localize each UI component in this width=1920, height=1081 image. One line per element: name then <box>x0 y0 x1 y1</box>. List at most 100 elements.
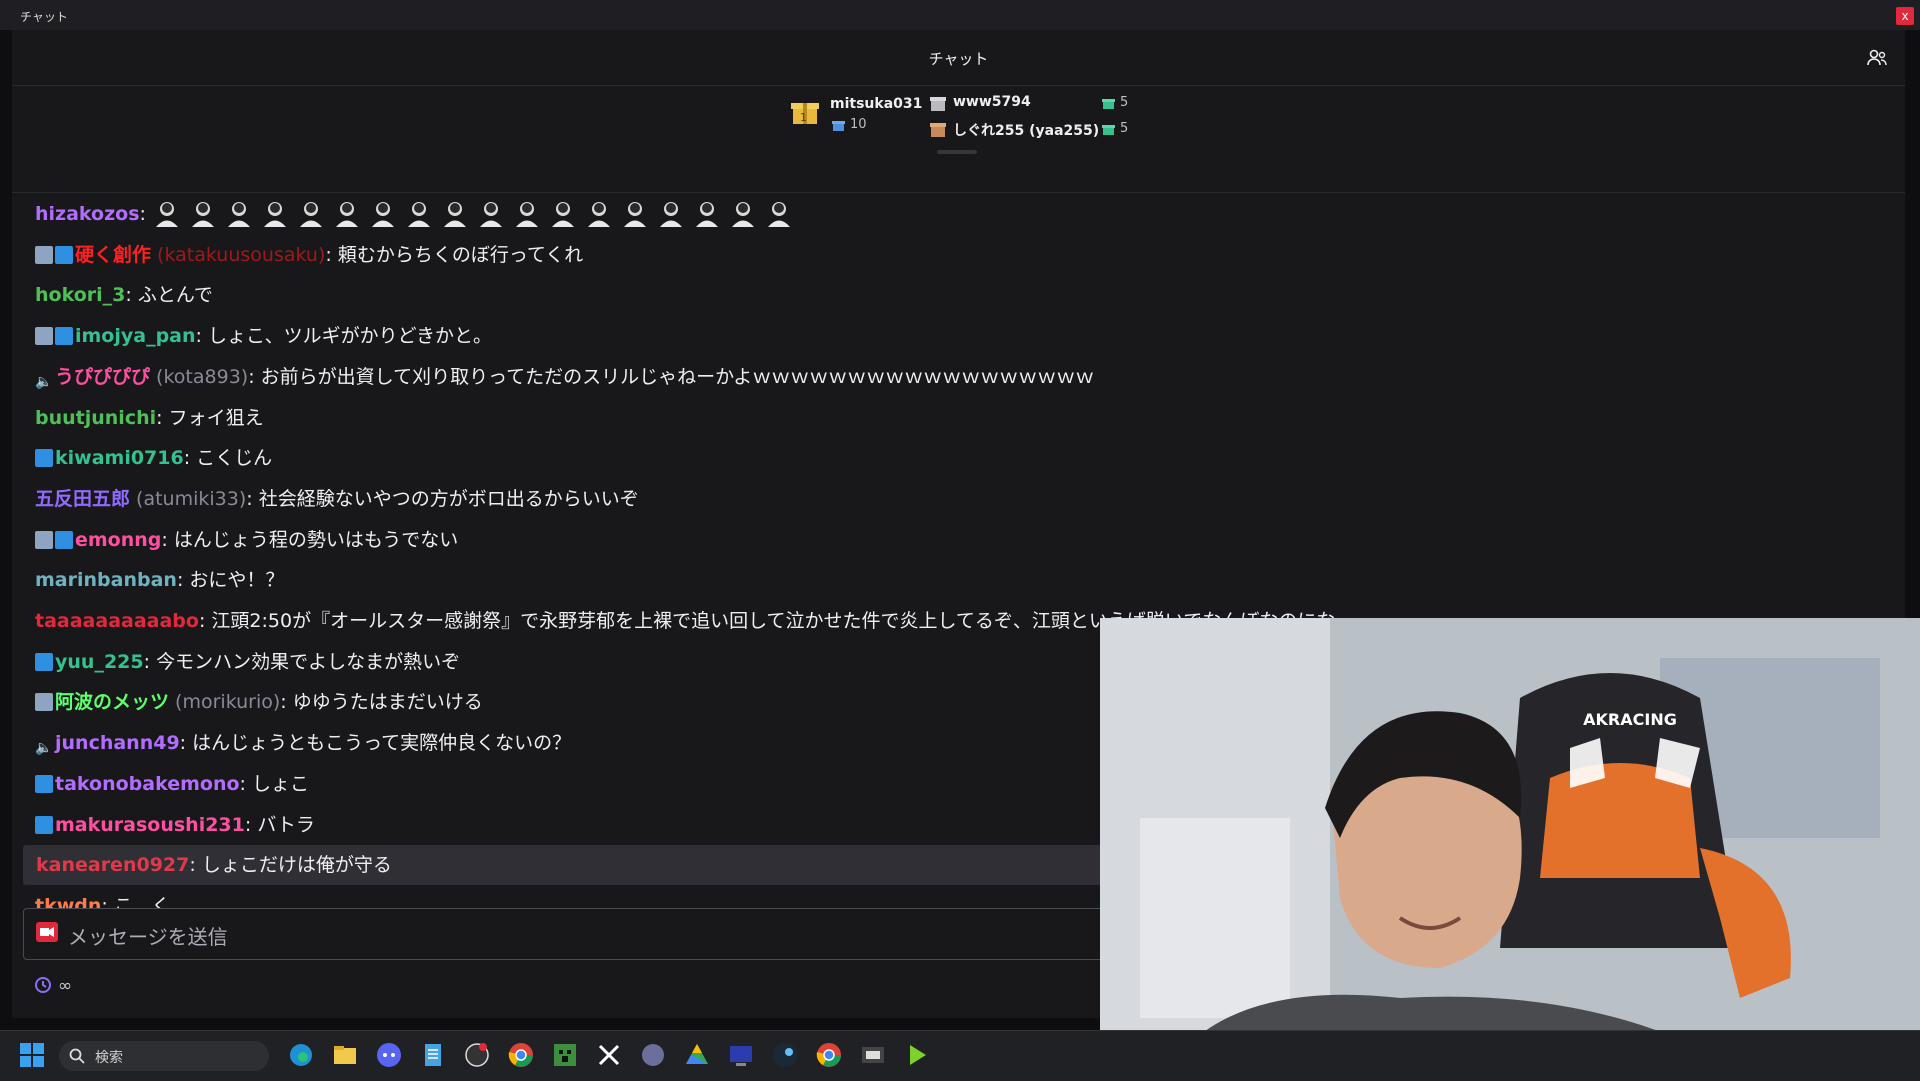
chat-colon: : <box>161 528 174 551</box>
chat-username[interactable]: 硬く創作 <box>75 244 151 266</box>
subscriber-badge-icon <box>55 245 73 264</box>
top-gifter-gift-icon: 1 <box>791 103 819 124</box>
window-titlebar: チャット x <box>0 0 1920 30</box>
chat-title: チャット <box>928 50 989 68</box>
leaderboard-scroll-handle[interactable] <box>937 150 977 154</box>
chat-message: hizakozos: <box>12 194 1910 234</box>
face-emote-icon <box>659 202 682 227</box>
chat-login-name: (atumiki33) <box>130 487 247 510</box>
notepad-icon[interactable] <box>418 1040 448 1070</box>
search-label: 検索 <box>95 1050 123 1066</box>
obs-icon[interactable] <box>462 1040 492 1070</box>
rank-3-gift-icon <box>930 123 946 137</box>
chat-message-text: はんじょうともこうって実際仲良くないの？ <box>192 732 572 755</box>
subscriber-badge-icon <box>35 449 53 468</box>
face-emote-icon <box>767 202 790 227</box>
chat-colon: : <box>183 447 197 470</box>
face-emote-icon <box>731 202 754 227</box>
monitor-icon[interactable] <box>726 1040 756 1070</box>
media-player-icon[interactable] <box>902 1040 932 1070</box>
app-icon[interactable] <box>858 1040 888 1070</box>
chrome-icon[interactable] <box>506 1040 536 1070</box>
chat-username[interactable]: imojya_pan <box>75 325 196 347</box>
chat-username[interactable]: hokori_3 <box>35 284 125 306</box>
chat-username[interactable]: yuu_225 <box>55 651 144 673</box>
slow-mode-indicator: ∞ <box>34 976 72 996</box>
chat-header: チャット <box>12 30 1905 86</box>
chrome-icon[interactable] <box>814 1040 844 1070</box>
chat-message: 🔈 うぴぴぴぴ (kota893): お前らが出資して刈り取りってただのスリルじゃ… <box>12 357 1910 397</box>
chat-message-text: 頼むからちくのぼ行ってくれ <box>337 243 584 266</box>
face-emote-icon <box>155 202 178 227</box>
file-explorer-icon[interactable] <box>330 1040 360 1070</box>
chat-username[interactable]: hizakozos <box>35 203 140 225</box>
chat-message-text: しょこだけは俺が守る <box>201 854 392 877</box>
face-emote-icon <box>371 202 394 227</box>
app-grid-icon[interactable] <box>638 1040 668 1070</box>
gifter-name[interactable]: www5794 <box>953 94 1031 110</box>
chat-message-text: 今モンハン効果でよしなまが熱いぞ <box>156 650 461 673</box>
face-emote-icon <box>443 202 466 227</box>
chat-colon: : <box>195 325 208 348</box>
avatar-badge-icon <box>35 327 53 346</box>
chat-message-text: こくじん <box>196 447 273 470</box>
webcam-image: AKRACING <box>1100 618 1920 1080</box>
face-emote-icon <box>515 202 538 227</box>
chat-username[interactable]: marinbanban <box>35 569 177 591</box>
chat-input-placeholder: メッセージを送信 <box>68 925 228 949</box>
gift-leaderboard: 1 mitsuka031 10 www5794 5 しぐれ255 (yaa255… <box>12 86 1905 193</box>
avatar-badge-icon <box>35 530 53 549</box>
chat-login-name: (kota893) <box>150 365 249 388</box>
chat-message: 五反田五郎 (atumiki33): 社会経験ないやつの方がボロ出るからいいぞ <box>12 479 1910 519</box>
gift-icon <box>1102 125 1115 135</box>
face-emote-icon <box>299 202 322 227</box>
drive-icon[interactable] <box>682 1040 712 1070</box>
gifter-count: 5 <box>1120 95 1129 110</box>
close-button[interactable]: x <box>1896 7 1914 25</box>
chat-colon: : <box>248 365 261 388</box>
chat-message-text: バトラ <box>257 813 315 836</box>
chat-colon: : <box>179 732 193 755</box>
chat-username[interactable]: taaaaaaaaaabo <box>35 610 199 632</box>
chat-colon: : <box>139 203 152 225</box>
chat-username[interactable]: makurasoushi231 <box>55 814 245 836</box>
windows-start-icon[interactable] <box>17 1040 47 1070</box>
speaker-icon: 🔈 <box>35 740 53 757</box>
chat-message-text: フォイ狙え <box>168 406 264 429</box>
chat-username[interactable]: 五反田五郎 <box>35 488 130 510</box>
chat-username[interactable]: 阿波のメッツ <box>55 691 169 713</box>
steam-icon[interactable] <box>770 1040 800 1070</box>
speaker-icon: 🔈 <box>35 373 53 390</box>
chat-message-text: しょこ、ツルギがかりどきかと。 <box>207 325 493 348</box>
top-gifter-name[interactable]: mitsuka031 <box>830 96 922 112</box>
rank-2-gift-icon <box>930 97 946 111</box>
chat-username[interactable]: buutjunichi <box>35 407 156 429</box>
taskbar-search[interactable]: 検索 <box>59 1041 269 1071</box>
chat-message-text: 社会経験ないやつの方がボロ出るからいいぞ <box>258 487 639 510</box>
face-emote-icon <box>695 202 718 227</box>
chat-username[interactable]: takonobakemono <box>55 773 240 795</box>
chat-message: kiwami0716: こくじん <box>12 438 1910 478</box>
subscriber-badge-icon <box>35 815 53 834</box>
chat-username[interactable]: kiwami0716 <box>55 447 184 469</box>
chat-message: buutjunichi: フォイ狙え <box>12 398 1910 438</box>
capcut-icon[interactable] <box>594 1040 624 1070</box>
minecraft-icon[interactable] <box>550 1040 580 1070</box>
chat-username[interactable]: emonng <box>75 529 161 551</box>
taskbar: 検索 <box>0 1030 1920 1081</box>
users-icon[interactable] <box>1867 48 1887 68</box>
discord-icon[interactable] <box>374 1040 404 1070</box>
face-emote-icon <box>227 202 250 227</box>
chat-username[interactable]: junchann49 <box>55 732 180 754</box>
chat-colon: : <box>176 569 190 592</box>
gift-icon <box>1102 99 1115 109</box>
chat-username[interactable]: kanearen0927 <box>36 854 189 876</box>
camera-icon[interactable] <box>36 922 58 942</box>
chat-message: emonng: はんじょう程の勢いはもうでない <box>12 520 1910 560</box>
chat-username[interactable]: うぴぴぴぴ <box>55 366 150 388</box>
chat-colon: : <box>189 854 202 877</box>
chat-message-text: しょこ <box>251 772 309 795</box>
gifter-name[interactable]: しぐれ255 (yaa255) <box>953 120 1099 140</box>
face-emote-icon <box>263 202 286 227</box>
edge-icon[interactable] <box>286 1040 316 1070</box>
